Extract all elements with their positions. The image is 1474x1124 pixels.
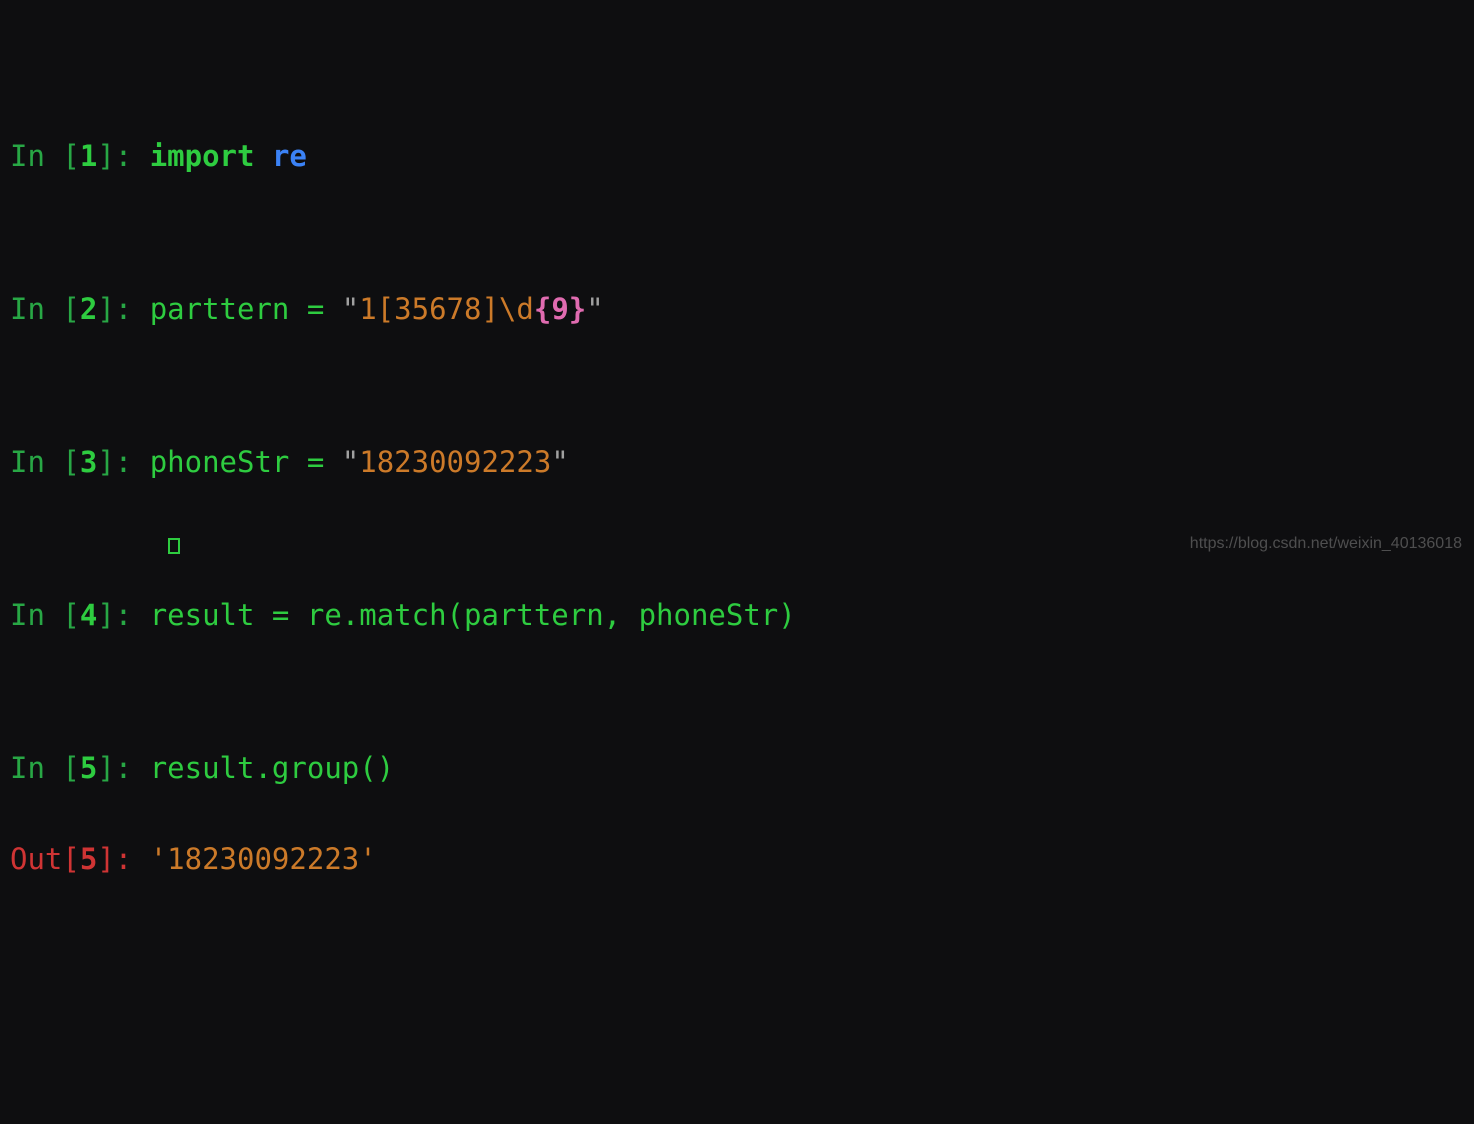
colon: : (115, 842, 150, 876)
colon: : (115, 445, 150, 479)
code-group: result.group() (150, 751, 394, 785)
cell-number: 5 (80, 751, 97, 785)
bracket-l: [ (62, 139, 79, 173)
bracket-l: [ (62, 292, 79, 326)
in-prompt: In (10, 751, 62, 785)
cell-number: 1 (80, 139, 97, 173)
cell-4[interactable]: In [4]: result = re.match(parttern, phon… (10, 601, 1464, 630)
cell-5-in[interactable]: In [5]: result.group() (10, 754, 1464, 783)
quote-close: " (586, 292, 603, 326)
cell-5-out: Out[5]: '18230092223' (10, 845, 1464, 874)
bracket-r: ] (97, 292, 114, 326)
watermark: https://blog.csdn.net/weixin_40136018 (1190, 536, 1462, 552)
brace-r: } (569, 292, 586, 326)
colon: : (115, 598, 150, 632)
cell-number: 2 (80, 292, 97, 326)
in-prompt: In (10, 292, 62, 326)
colon: : (115, 139, 150, 173)
cell-number: 4 (80, 598, 97, 632)
bracket-l: [ (62, 598, 79, 632)
out-prompt: Out (10, 842, 62, 876)
cursor (168, 538, 180, 554)
quote-close: " (551, 445, 568, 479)
out-number: 5 (80, 842, 97, 876)
brace-l: { (534, 292, 551, 326)
colon: : (115, 751, 150, 785)
cell-2[interactable]: In [2]: parttern = "1[35678]\d{9}" (10, 295, 1464, 324)
bracket-l: [ (62, 445, 79, 479)
in-prompt: In (10, 139, 62, 173)
bracket-r: ] (97, 598, 114, 632)
cell-1[interactable]: In [1]: import re (10, 142, 1464, 171)
quote-open: " (342, 292, 359, 326)
bracket-r: ] (97, 842, 114, 876)
bracket-r: ] (97, 751, 114, 785)
keyword-import: import (150, 139, 272, 173)
string-phone: 18230092223 (359, 445, 551, 479)
brace-n: 9 (551, 292, 568, 326)
var-phonestr: phoneStr (150, 445, 307, 479)
var-parttern: parttern (150, 292, 307, 326)
output-value: '18230092223' (150, 842, 377, 876)
string-regex: 1[35678]\d (359, 292, 534, 326)
bracket-r: ] (97, 139, 114, 173)
bracket-l: [ (62, 842, 79, 876)
cell-number: 3 (80, 445, 97, 479)
bracket-r: ] (97, 445, 114, 479)
quote-open: " (342, 445, 359, 479)
in-prompt: In (10, 445, 62, 479)
cell-3[interactable]: In [3]: phoneStr = "18230092223" (10, 448, 1464, 477)
module-re: re (272, 139, 307, 173)
colon: : (115, 292, 150, 326)
in-prompt: In (10, 598, 62, 632)
equals: = (307, 445, 342, 479)
equals: = (307, 292, 342, 326)
bracket-l: [ (62, 751, 79, 785)
code-match: result = re.match(parttern, phoneStr) (150, 598, 796, 632)
